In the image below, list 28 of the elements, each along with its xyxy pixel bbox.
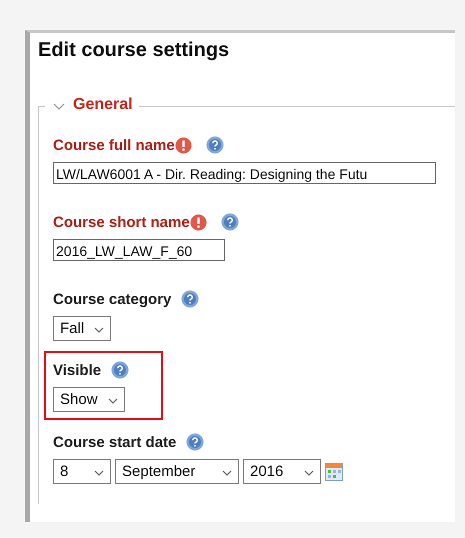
caret-icon xyxy=(222,470,232,476)
caret-icon xyxy=(94,327,104,333)
help-icon[interactable] xyxy=(220,213,239,231)
dropdown[interactable]: Show xyxy=(53,387,125,412)
dropdown[interactable]: Fall xyxy=(53,316,112,341)
chevron-down-icon[interactable] xyxy=(53,102,65,110)
text-field[interactable]: LW/LAW6001 A - Dir. Reading: Designing the Futu xyxy=(53,162,436,184)
help-icon[interactable] xyxy=(206,136,224,154)
section-legend[interactable]: General xyxy=(73,96,133,114)
day-dropdown[interactable]: 8 xyxy=(53,459,111,484)
calendar-icon[interactable] xyxy=(325,462,343,480)
required-icon xyxy=(174,136,192,154)
page-title: Edit course settings xyxy=(38,39,230,62)
field-label: Course full name xyxy=(53,136,175,154)
caret-icon xyxy=(94,470,104,476)
caret-icon xyxy=(108,398,118,404)
month-dropdown[interactable]: September xyxy=(115,459,239,484)
year-dropdown[interactable]: 2016 xyxy=(243,459,321,484)
field-label: Course short name xyxy=(53,214,190,230)
caret-icon xyxy=(304,470,314,476)
field-label: Course category xyxy=(53,290,172,308)
text-field[interactable]: 2016_LW_LAW_F_60 xyxy=(53,239,225,261)
field-label: Course start date xyxy=(53,434,176,450)
help-icon[interactable] xyxy=(181,290,200,308)
field-label: Visible xyxy=(53,362,102,378)
required-icon xyxy=(190,214,207,230)
help-icon[interactable] xyxy=(111,361,130,379)
help-icon[interactable] xyxy=(186,433,204,451)
